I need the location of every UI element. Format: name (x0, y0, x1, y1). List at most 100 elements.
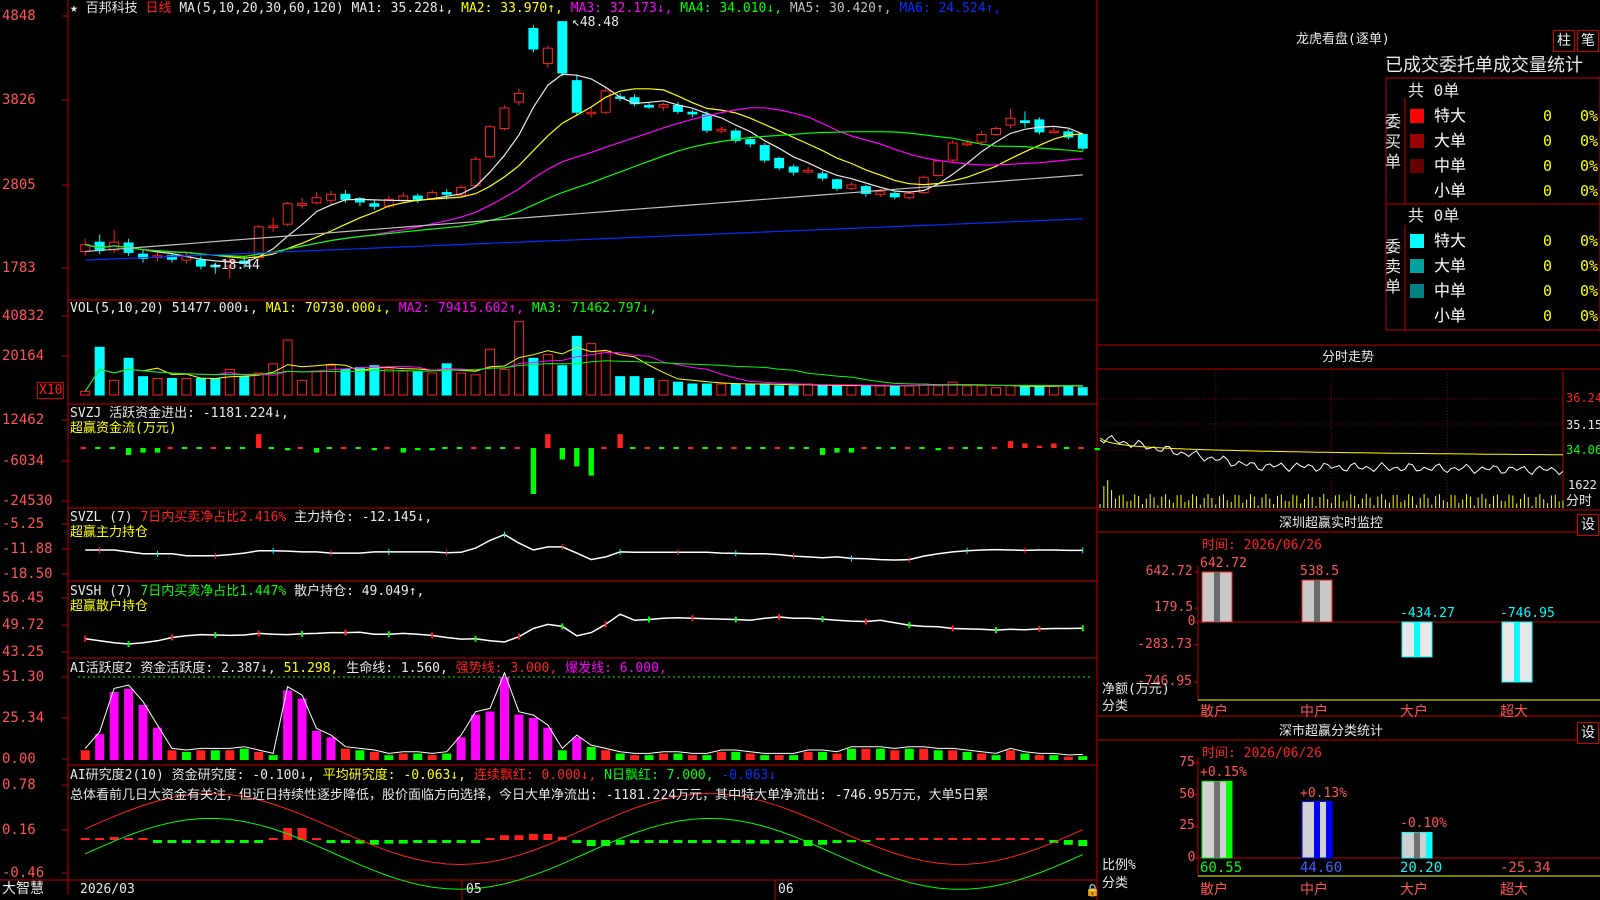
ai-bars (80, 677, 1088, 760)
ai-v2: 51.298, (283, 661, 339, 676)
monitor-settings-button[interactable]: 设 (1577, 514, 1599, 536)
sell-row-name: 小单 (1434, 306, 1467, 325)
classify-value-3: -25.34 (1500, 860, 1551, 876)
high-annotation: ↖48.48 (572, 15, 619, 30)
svzj-dash (601, 447, 607, 449)
monitor-bar-0 (1201, 571, 1233, 623)
vol-ma-values: MA1: 70730.000↓, MA2: 79415.602↑, MA3: 7… (266, 301, 657, 316)
ai-line (84, 671, 1083, 756)
ai-bar (239, 748, 249, 760)
volume-bar (571, 335, 582, 396)
svzj-dash (514, 447, 520, 449)
buy-row-name: 中单 (1434, 156, 1467, 175)
ai-bar (1049, 755, 1059, 760)
candle-body (195, 259, 206, 267)
svzj-dash (861, 447, 867, 449)
candle-body (412, 195, 423, 200)
research-bar (196, 840, 206, 843)
research-bar (268, 838, 278, 840)
buy-row-name: 小单 (1434, 181, 1467, 200)
volume-bar (947, 381, 958, 396)
ai-bar (442, 753, 452, 760)
candle-body (1048, 130, 1059, 134)
volume-bar (629, 376, 640, 396)
classify-settings-button[interactable]: 设 (1577, 722, 1599, 744)
volume-bar (615, 376, 626, 396)
svzj-bar (415, 448, 421, 451)
svzj-dash (167, 447, 173, 449)
svsh-title: SVSH (7) (70, 584, 133, 599)
research-v4: N日飘红: 7.000, (604, 768, 714, 783)
ai-bar (254, 751, 264, 760)
candle-body (369, 203, 380, 207)
sell-row-pct: 0% (1580, 307, 1599, 325)
volume-bar (860, 385, 871, 396)
svzj-subtitle: 超赢资金流(万元) (70, 421, 177, 436)
svzl-header: SVZL (7) 7日内买卖净占比2.416% 主力持仓: -12.145↓, (70, 510, 432, 525)
buy-row-count: 0 (1543, 107, 1553, 125)
volume-bar (557, 365, 568, 396)
price-axis-tick-3: 1783 (2, 260, 36, 276)
research-bar (543, 834, 553, 840)
monitor-axis-tick-1: 179.5 (1154, 600, 1194, 616)
volume-bar (470, 374, 481, 396)
lock-icon[interactable]: 🔒 (1085, 883, 1100, 897)
svzj-bar (1036, 445, 1043, 448)
volume-bar (239, 376, 250, 396)
candle-body (1005, 117, 1016, 126)
classify-category-3: 超大 (1500, 882, 1528, 898)
buy-row-color-swatch (1410, 134, 1424, 148)
research-bar (471, 840, 481, 843)
svzj-dash (1063, 447, 1070, 449)
volume-bar (427, 372, 438, 396)
candle-body (311, 197, 322, 204)
research-bar (572, 840, 582, 843)
research-bar (528, 834, 538, 840)
star-icon[interactable]: ★ (70, 1, 78, 16)
candle-body (759, 145, 770, 161)
svzj-dash (485, 447, 491, 449)
sell-row-count: 0 (1543, 282, 1553, 300)
svzj-dash (239, 447, 246, 449)
volume-bar (716, 383, 727, 396)
ai-bar (818, 751, 828, 760)
candle-body (933, 160, 944, 176)
ai-header: AI活跃度2 资金活跃度: 2.387↓, 51.298, 生命线: 1.560… (70, 661, 667, 676)
research-bar (80, 838, 90, 840)
volume-bar (803, 383, 814, 396)
period-label[interactable]: 日线 (146, 1, 172, 16)
volume-bar (412, 370, 423, 396)
ai-bar (124, 688, 134, 760)
research-bar (991, 838, 1001, 840)
bar-mode-button[interactable]: 柱 (1553, 30, 1575, 52)
chart-canvas[interactable] (0, 0, 1600, 900)
classify-category-2: 大户 (1400, 882, 1428, 898)
candle-body (889, 192, 900, 198)
svzj-bar (617, 434, 623, 448)
candle-body (947, 142, 958, 161)
monitor-bar-2 (1401, 621, 1433, 658)
research-bar (181, 840, 191, 843)
sell-row-name: 中单 (1434, 281, 1467, 300)
intraday-axis-2: 34.06 (1566, 443, 1600, 457)
research-bar (933, 838, 943, 840)
ai-bar (528, 717, 538, 760)
ai-bar (500, 677, 509, 760)
vol-ma2-line (84, 351, 1083, 392)
classify-title: 深市超赢分类统计 (1279, 724, 1384, 739)
brand-logo[interactable]: 大智慧 (2, 881, 44, 897)
research-v3: 连续飘红: 0.000↓, (473, 768, 597, 783)
high-value: 48.48 (579, 15, 619, 30)
monitor-bar-stripe (1414, 622, 1420, 657)
tick-mode-button[interactable]: 笔 (1577, 30, 1599, 52)
research-bar (500, 835, 509, 840)
svzj-bar (848, 448, 855, 453)
candle-body (513, 92, 524, 103)
research-bar (789, 840, 799, 843)
research-bar (832, 840, 842, 843)
ai-bar (326, 737, 336, 760)
ma-value-3: MA3: 32.173↓, (570, 1, 681, 16)
vol-unit[interactable]: X10 (37, 382, 65, 399)
classify-bar-stripe (1414, 832, 1420, 858)
svzj-bar (1051, 443, 1057, 448)
